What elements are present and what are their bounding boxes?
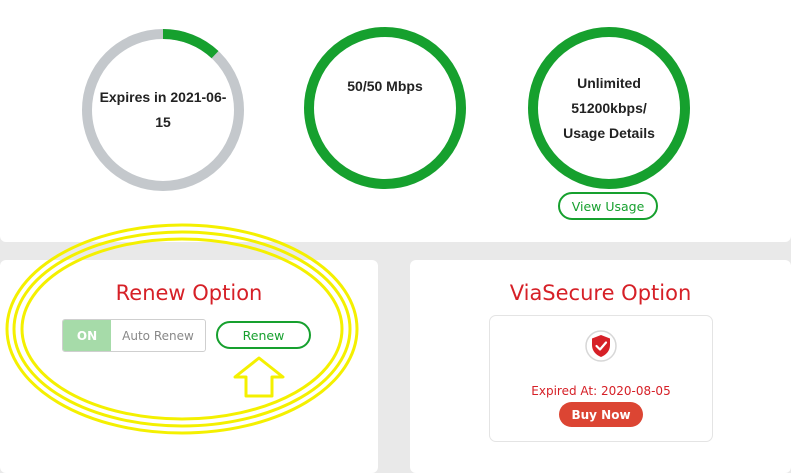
auto-renew-label: Auto Renew	[122, 328, 194, 343]
renew-button[interactable]: Renew	[216, 321, 311, 349]
expiry-ring: Expires in 2021-06-15	[81, 28, 245, 192]
plan-summary-card: Expires in 2021-06-15 50/50 Mbps Unlimit…	[0, 0, 791, 242]
renew-option-card: Renew Option	[0, 260, 378, 473]
speed-text: 50/50 Mbps	[347, 78, 423, 94]
auto-renew-toggle[interactable]: ON Auto Renew	[62, 319, 206, 352]
renew-option-title: Renew Option	[115, 281, 263, 305]
usage-text: Unlimited 51200kbps/ Usage Details	[541, 26, 677, 190]
expiry-text: Expires in 2021-06-15	[99, 89, 227, 130]
viasecure-expired-text: Expired At: 2020-08-05	[531, 384, 671, 398]
speed-ring: 50/50 Mbps	[303, 26, 467, 190]
buy-now-button[interactable]: Buy Now	[559, 402, 643, 427]
view-usage-button[interactable]: View Usage	[558, 192, 658, 220]
usage-line-1: Unlimited	[577, 74, 641, 91]
usage-line-2: 51200kbps/	[571, 99, 647, 116]
viasecure-option-title: ViaSecure Option	[509, 281, 692, 305]
usage-ring: Unlimited 51200kbps/ Usage Details	[527, 26, 691, 190]
page: Expires in 2021-06-15 50/50 Mbps Unlimit…	[0, 0, 791, 473]
usage-line-3: Usage Details	[563, 124, 655, 141]
toggle-on-state[interactable]: ON	[63, 320, 111, 351]
